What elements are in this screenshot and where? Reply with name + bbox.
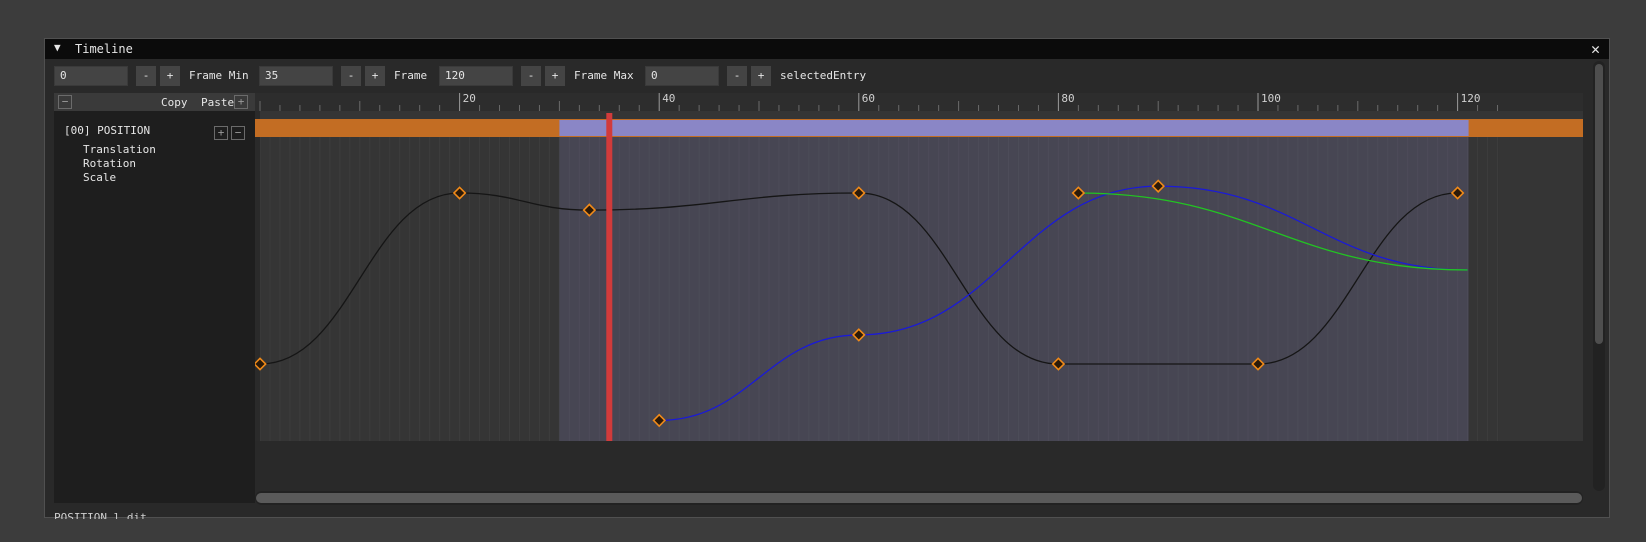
frame-label: Frame [394, 69, 428, 82]
ruler-ticks: 20 40 60 80 100 120 [259, 92, 1499, 111]
title-bar[interactable]: ▼ Timeline ✕ [45, 39, 1609, 59]
frame-ruler[interactable]: 20 40 60 80 100 120 [255, 92, 1583, 111]
frame-max-minus-button[interactable]: - [727, 66, 747, 86]
keyframe-point [452, 186, 467, 200]
frame-max-input[interactable]: 0 [645, 66, 719, 86]
ruler-label: 60 [862, 93, 875, 105]
curve-editor[interactable] [253, 111, 1583, 441]
paste-button[interactable]: Paste [201, 96, 234, 109]
vertical-scroll-thumb[interactable] [1595, 64, 1603, 344]
frame-input[interactable]: 120 [439, 66, 513, 86]
ruler-label: 20 [463, 93, 476, 105]
frame-min-minus-button[interactable]: - [341, 66, 361, 86]
track-left-edge [255, 111, 260, 441]
current-frame-plus-button[interactable]: + [160, 66, 180, 86]
track-list-header: − Copy Paste + [54, 93, 255, 111]
controls-bar: 0 - + Frame Min 35 - + Frame 120 - + Fra… [54, 66, 866, 86]
subtrack-rotation[interactable]: Rotation [83, 157, 136, 170]
track-remove-icon[interactable]: − [231, 126, 245, 140]
ruler-label: 40 [662, 93, 675, 105]
horizontal-scroll-thumb[interactable] [256, 493, 1582, 503]
track-add-icon[interactable]: + [214, 126, 228, 140]
triangle-down-icon[interactable]: ▼ [54, 41, 61, 54]
frame-min-plus-button[interactable]: + [365, 66, 385, 86]
frame-min-input[interactable]: 35 [259, 66, 333, 86]
selected-range-bar [559, 120, 1469, 136]
track-item-position[interactable]: [00] POSITION [64, 124, 150, 137]
frame-max-label: Frame Max [574, 69, 634, 82]
remove-track-icon[interactable]: − [58, 95, 72, 109]
selected-range-area [559, 137, 1469, 441]
ruler-label: 80 [1061, 93, 1074, 105]
current-frame-input[interactable]: 0 [54, 66, 128, 86]
status-line: POSITION l dit [54, 512, 147, 519]
curve-canvas[interactable] [253, 111, 1583, 441]
frame-min-label: Frame Min [189, 69, 249, 82]
ruler-label: 120 [1461, 93, 1481, 105]
horizontal-scrollbar[interactable] [255, 491, 1583, 505]
copy-button[interactable]: Copy [161, 96, 188, 109]
subtrack-scale[interactable]: Scale [83, 171, 116, 184]
subtrack-translation[interactable]: Translation [83, 143, 156, 156]
current-frame-minus-button[interactable]: - [136, 66, 156, 86]
frame-max-plus-button[interactable]: + [751, 66, 771, 86]
vertical-scrollbar[interactable] [1593, 61, 1605, 491]
ruler-label: 100 [1261, 93, 1281, 105]
current-frame-cursor [606, 113, 613, 441]
frame-plus-button[interactable]: + [545, 66, 565, 86]
selected-entry-label: selectedEntry [780, 69, 867, 82]
frame-minus-button[interactable]: - [521, 66, 541, 86]
add-track-icon[interactable]: + [234, 95, 248, 109]
close-icon[interactable]: ✕ [1591, 40, 1600, 58]
track-list-panel: − Copy Paste + [00] POSITION + − Transla… [54, 93, 255, 503]
window-title: Timeline [75, 42, 133, 56]
